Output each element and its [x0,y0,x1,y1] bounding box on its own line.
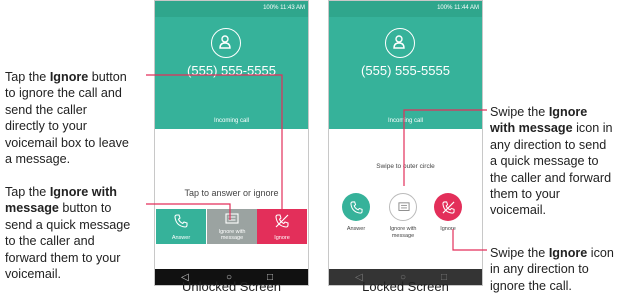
status-bar: 100% 11:44 AM [328,0,483,17]
incoming-call-label: Incoming call [387,118,423,124]
ignore-with-message-swipe-icon[interactable] [389,193,417,221]
caller-number: (555) 555-5555 [361,63,450,78]
ignore-button[interactable]: Ignore [257,209,307,244]
answer-label: Answer [346,226,366,232]
callout-swipe-ignore: Swipe the Ignore icon in any direction t… [490,246,614,293]
callout-ignore-with-message: Tap the Ignore with message button to se… [5,185,131,282]
ignore-label: Ignore [274,235,290,241]
message-icon [397,201,410,211]
answer-swipe-icon[interactable] [342,193,370,221]
caller-number: (555) 555-5555 [187,63,276,78]
message-icon [225,213,239,224]
phone-icon [350,200,363,214]
ignore-with-message-button[interactable]: Ignore with message [207,209,257,244]
answer-button[interactable]: Answer [156,209,206,244]
ignore-with-message-label: Ignore with message [218,229,246,241]
call-body: Tap to answer or ignore Answer Ignore wi… [154,129,309,269]
locked-phone-screen: 100% 11:44 AM (555) 555-5555 Incoming ca… [328,0,483,286]
ignore-swipe-icon[interactable] [434,193,462,221]
call-body: Swipe to outer circle Answer Ignore with… [328,129,483,269]
contact-avatar-icon [211,28,241,58]
unlocked-phone-screen: 100% 11:43 AM (555) 555-5555 Incoming ca… [154,0,309,286]
tap-hint: Tap to answer or ignore [184,188,279,198]
incoming-call-label: Incoming call [213,118,249,124]
ignore-label: Ignore [440,226,456,232]
status-time: 100% 11:43 AM [263,5,305,11]
callout-swipe-ignore-with-message: Swipe the Ignore with message icon in an… [490,105,613,218]
phone-off-icon [441,200,455,214]
unlocked-caption: Unlocked Screen [182,279,281,294]
locked-caption: Locked Screen [362,279,449,294]
ignore-with-message-label: Ignore with message [389,226,417,239]
phone-off-icon [275,214,289,228]
call-header: (555) 555-5555 Incoming call [154,17,309,129]
swipe-hint: Swipe to outer circle [376,163,435,170]
status-time: 100% 11:44 AM [437,5,479,11]
contact-avatar-icon [385,28,415,58]
callout-ignore: Tap the Ignore button to ignore the call… [5,70,129,167]
answer-label: Answer [171,235,191,241]
phone-icon [174,214,188,228]
call-header: (555) 555-5555 Incoming call [328,17,483,129]
status-bar: 100% 11:43 AM [154,0,309,17]
